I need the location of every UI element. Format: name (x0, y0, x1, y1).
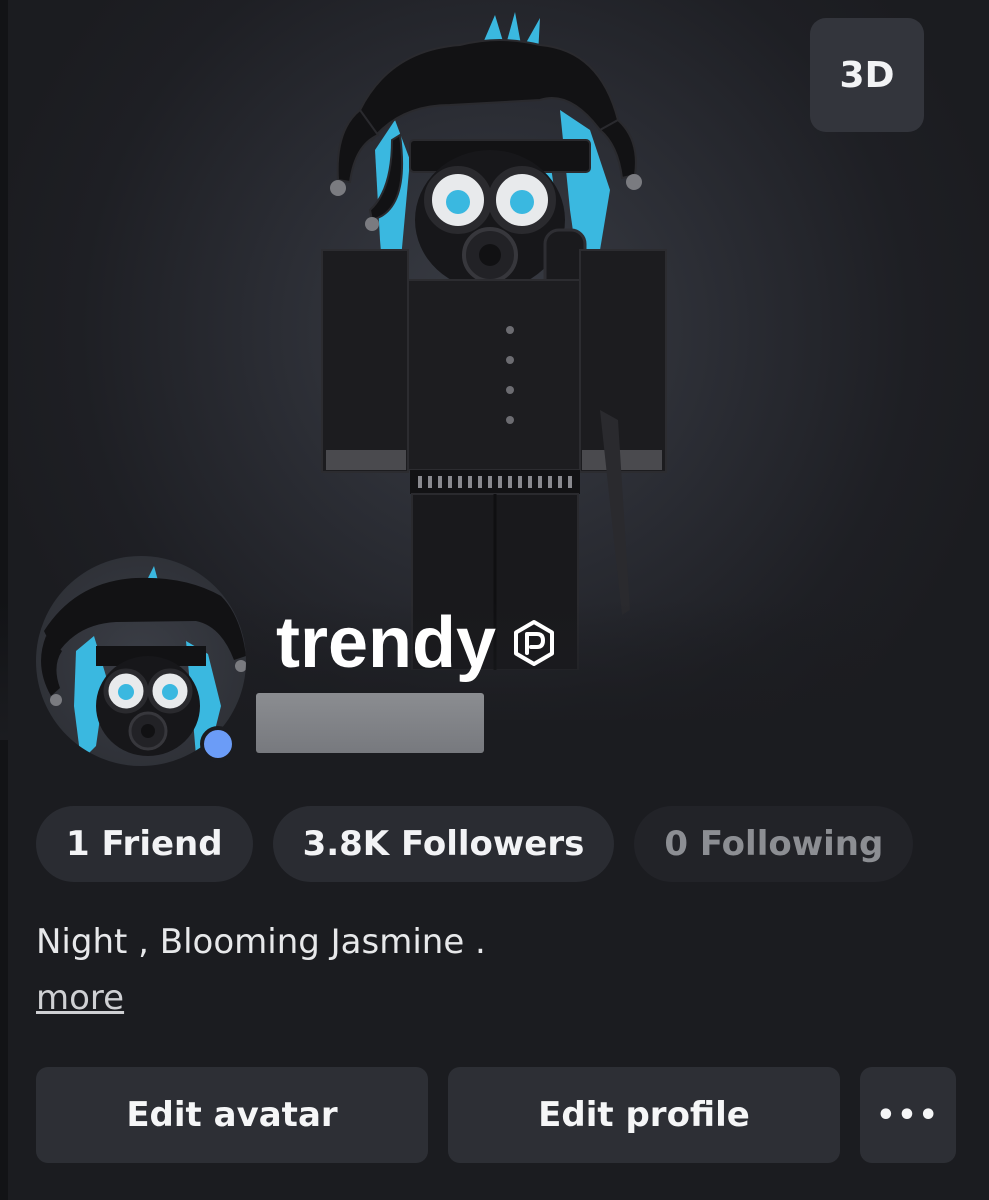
more-options-button[interactable]: ••• (860, 1067, 956, 1163)
stats-row: 1 Friend 3.8K Followers 0 Following (36, 806, 914, 882)
profile-bio: Night , Blooming Jasmine . (36, 922, 486, 962)
friends-count-button[interactable]: 1 Friend (36, 806, 253, 882)
avatar-left-arm (321, 249, 409, 473)
followers-count-button[interactable]: 3.8K Followers (272, 806, 615, 882)
online-status-dot (200, 726, 236, 762)
profile-actions: Edit avatar Edit profile ••• (36, 1067, 956, 1163)
edit-profile-button[interactable]: Edit profile (448, 1067, 840, 1163)
premium-badge-icon (514, 620, 555, 666)
display-name-row: trendy (276, 598, 558, 688)
hat-bell-right (626, 174, 642, 190)
avatar-full-body-image[interactable] (300, 10, 690, 670)
hat-bell-left (330, 180, 346, 196)
avatar-right-arm (579, 249, 667, 473)
avatar-torso (407, 279, 581, 471)
profile-page: 3D trendy 1 Friend 3.8K Followers 0 Foll… (0, 0, 989, 1200)
hat-bell-middle (365, 217, 379, 231)
ellipsis-icon: ••• (876, 1097, 940, 1133)
bio-more-link[interactable]: more (36, 978, 124, 1018)
redacted-username (256, 693, 484, 753)
display-name: trendy (276, 603, 497, 683)
edit-avatar-button[interactable]: Edit avatar (36, 1067, 428, 1163)
toggle-3d-button[interactable]: 3D (810, 18, 924, 132)
following-count-button[interactable]: 0 Following (634, 806, 914, 882)
avatar-belt (410, 470, 580, 494)
